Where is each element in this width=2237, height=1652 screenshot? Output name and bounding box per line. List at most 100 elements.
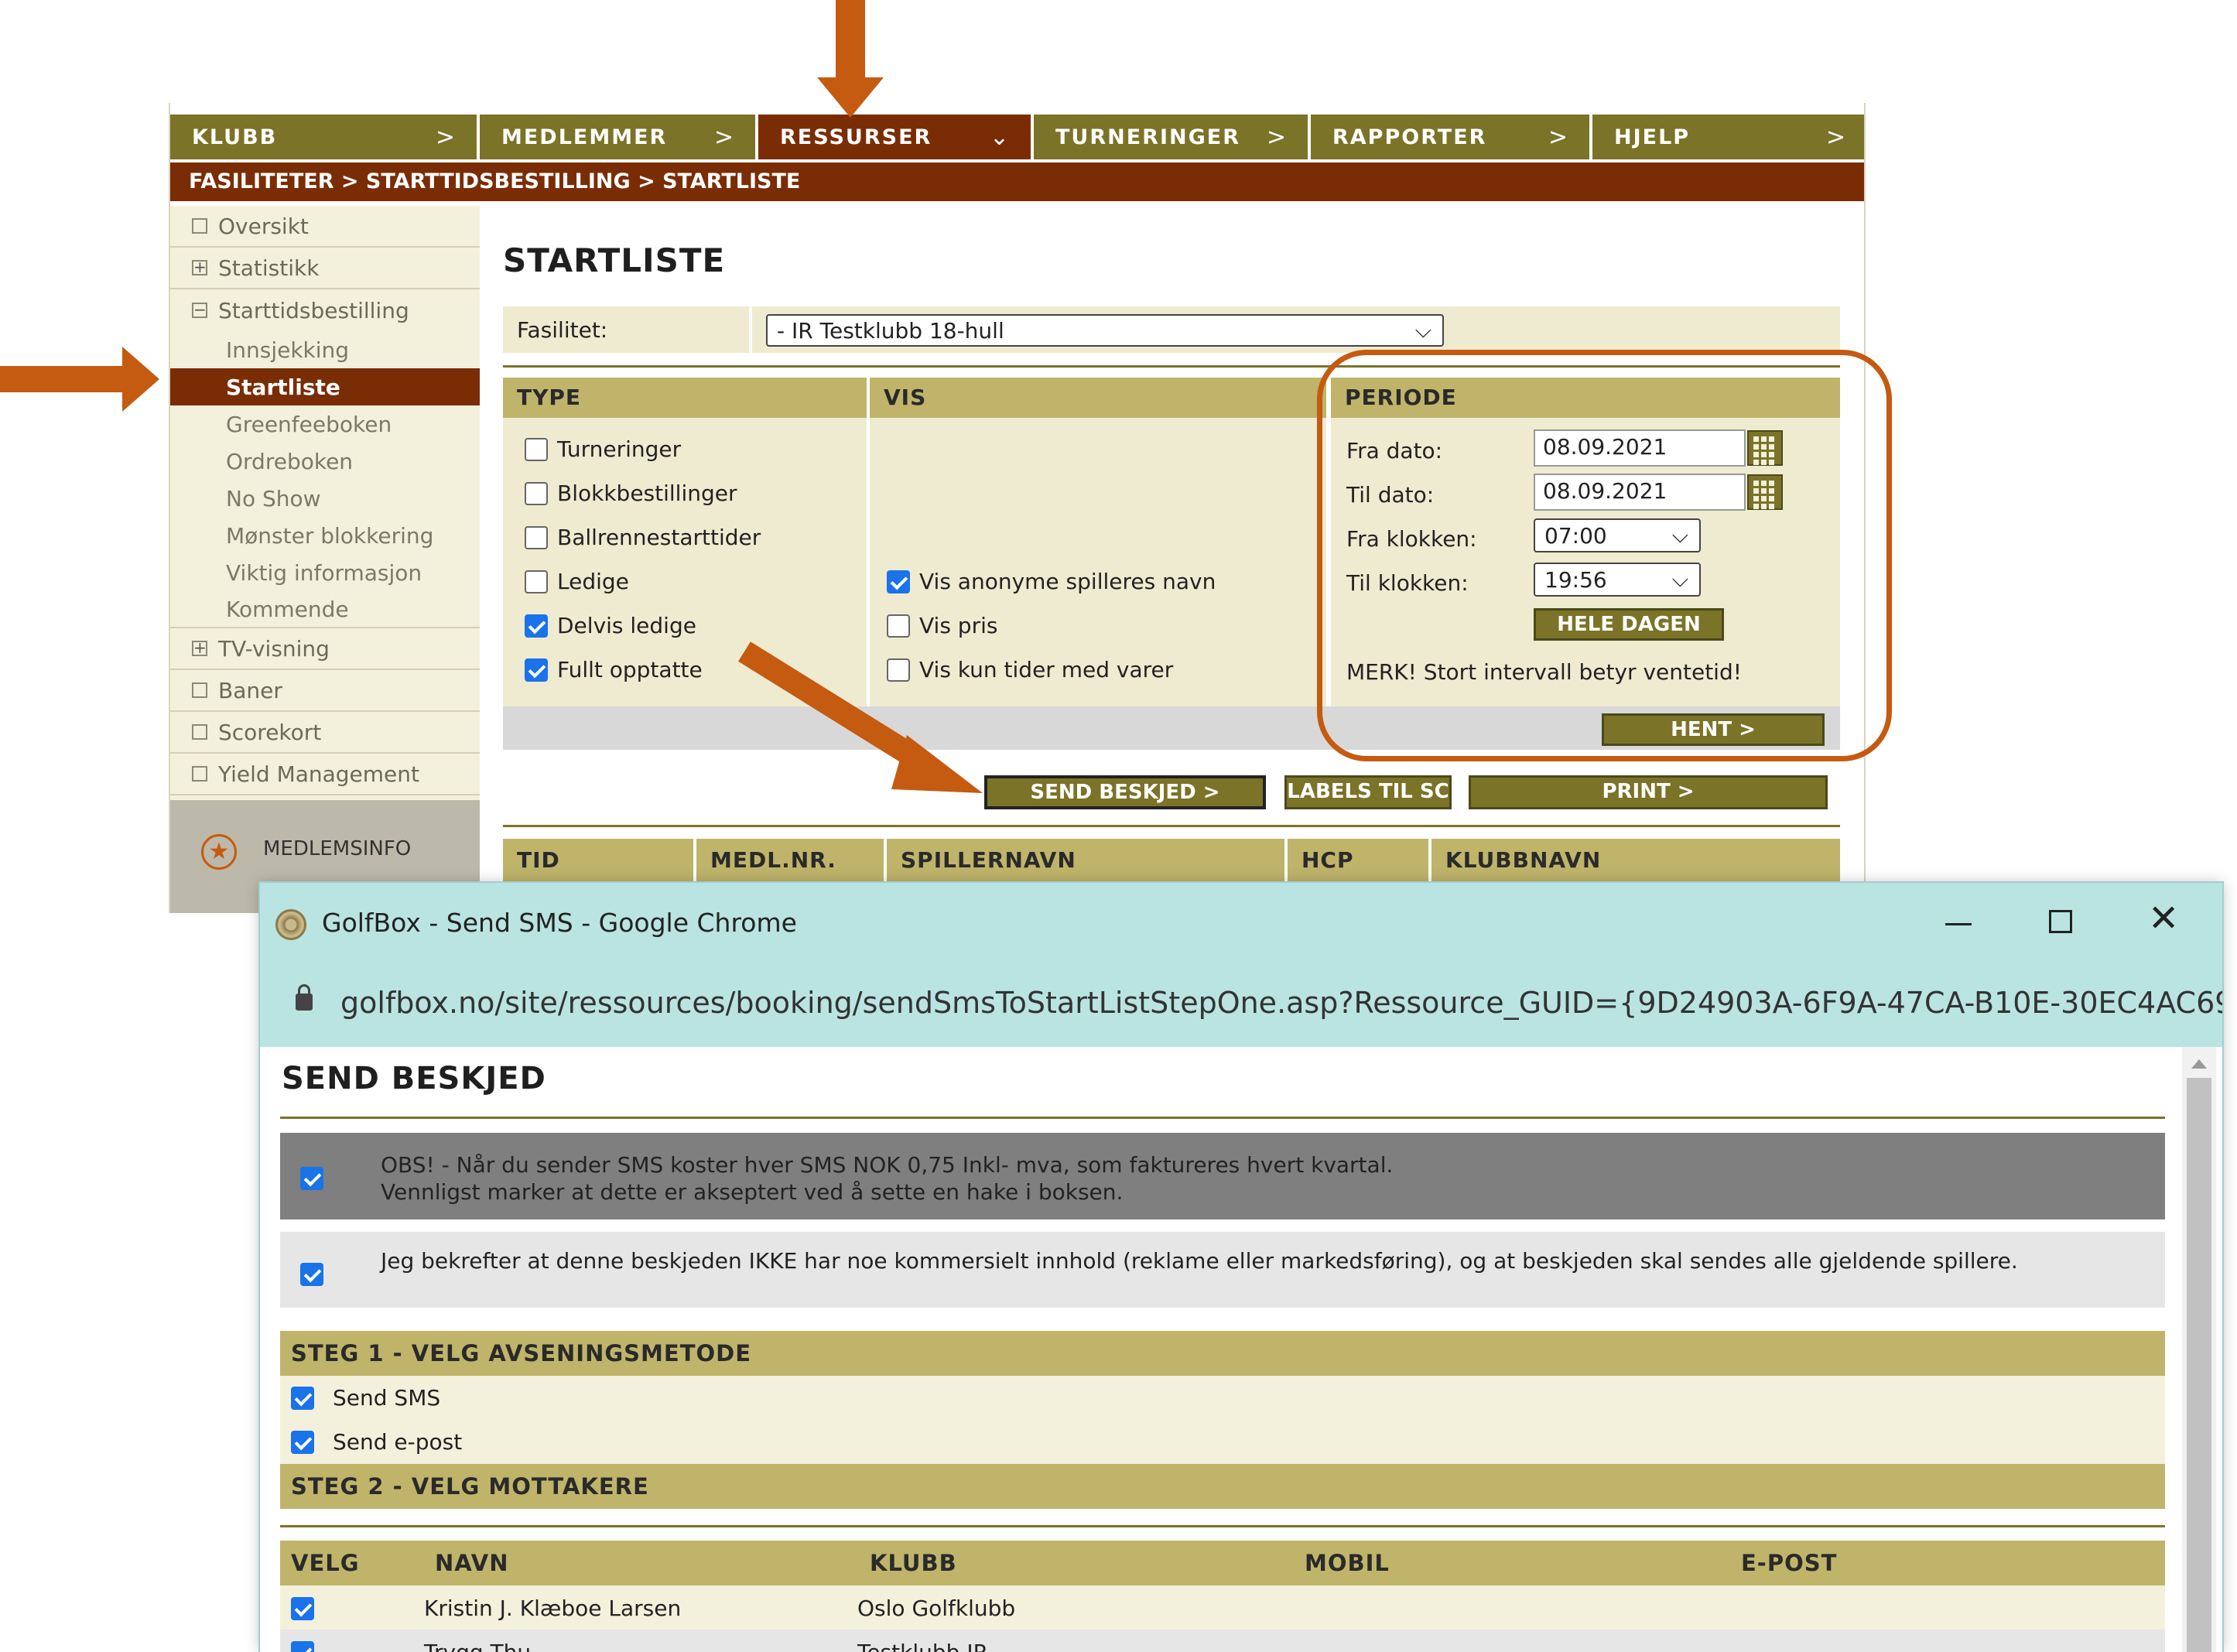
sidebar-item-statistikk[interactable]: + Statistikk [170,248,480,289]
sidebar-item-label: Baner [218,677,282,703]
chevron-right-icon: > [1266,123,1288,151]
send-epost-option[interactable]: Send e-post [291,1420,462,1464]
sidebar-item-yield-management[interactable]: Yield Management [170,754,480,795]
vertical-scrollbar[interactable] [2182,1047,2216,1652]
sidebar-item-starttidsbestilling[interactable]: − Starttidsbestilling [170,289,480,331]
sidebar-item-tv-visning[interactable]: + TV-visning [170,628,480,670]
type-option-fullt-opptatte[interactable]: Fullt opptatte [525,648,761,692]
send-beskjed-button[interactable]: SEND BESKJED > [984,775,1266,809]
column-header: KLUBB [870,1550,957,1576]
square-icon [192,218,207,234]
checkbox[interactable] [525,481,548,505]
type-option-blokkbestillinger[interactable]: Blokkbestillinger [525,471,761,515]
chevron-right-icon: > [1548,123,1569,151]
nav-label: RAPPORTER [1332,125,1487,149]
checkbox[interactable] [887,569,910,593]
table-row[interactable]: Trygg Thu Testklubb IR [280,1630,2165,1652]
sidebar-subitem-innsjekking[interactable]: Innsjekking [170,331,480,368]
checkbox[interactable] [291,1386,314,1410]
type-option-turneringer[interactable]: Turneringer [525,427,761,471]
address-bar[interactable]: golfbox.no/site/ressources/booking/sendS… [260,964,2222,1047]
popup-heading: SEND BESKJED [282,1061,546,1096]
checkbox[interactable] [525,658,548,682]
print-button[interactable]: PRINT > [1469,775,1828,809]
column-header: VELG [291,1550,360,1576]
fasilitet-select[interactable]: - IR Testklubb 18-hull ⌵ [766,314,1444,347]
close-icon[interactable]: ✕ [2148,900,2179,937]
checkbox[interactable] [525,614,548,638]
sidebar-subitem-monster-blokkering[interactable]: Mønster blokkering [170,517,480,554]
results-table-header: TID MEDL.NR. SPILLERNAVN HCP KLUBBNAVN [503,839,1840,882]
step2-header: STEG 2 - VELG MOTTAKERE [280,1464,2165,1509]
column-header: MEDL.NR. [696,839,887,882]
obs-box: OBS! - Når du sender SMS koster hver SMS… [280,1133,2165,1219]
sidebar-subitem-startliste[interactable]: Startliste [170,368,480,405]
nav-label: RESSURSER [780,125,932,149]
nav-ressurser[interactable]: RESSURSER ⌄ [758,115,1034,159]
expand-icon: + [192,638,207,657]
person-icon: ★ [201,834,237,870]
square-icon [192,682,207,698]
labels-button[interactable]: LABELS TIL SC [1284,775,1452,809]
checkbox[interactable] [291,1430,314,1454]
sidebar-item-scorekort[interactable]: Scorekort [170,712,480,754]
confirm-checkbox[interactable] [300,1263,323,1286]
scroll-up-icon[interactable] [2191,1059,2207,1069]
nav-rapporter[interactable]: RAPPORTER > [1311,115,1592,159]
recipient-club: Oslo Golfklubb [857,1596,1016,1621]
sidebar-subitem-no-show[interactable]: No Show [170,480,480,517]
divider [749,306,752,353]
checkbox[interactable] [887,614,910,638]
sidebar-subitem-greenfeeboken[interactable]: Greenfeeboken [170,405,480,443]
recipient-name: Trygg Thu [424,1640,531,1652]
checkbox[interactable] [525,437,548,461]
type-option-ballrennestarttider[interactable]: Ballrennestarttider [525,515,761,559]
option-label: Blokkbestillinger [557,481,737,506]
sidebar-subitem-kommende[interactable]: Kommende [170,591,480,628]
table-row[interactable]: Kristin J. Klæboe Larsen Oslo Golfklubb [280,1585,2165,1630]
send-sms-option[interactable]: Send SMS [291,1376,440,1420]
nav-turneringer[interactable]: TURNERINGER > [1034,115,1311,159]
sidebar-subitem-viktig-informasjon[interactable]: Viktig informasjon [170,554,480,591]
recipient-checkbox[interactable] [291,1641,314,1652]
recipient-checkbox[interactable] [291,1597,314,1620]
column-header: E-POST [1741,1550,1838,1576]
sidebar-item-oversikt[interactable]: Oversikt [170,206,480,248]
obs-accept-checkbox[interactable] [300,1167,323,1190]
page-title: STARTLISTE [503,241,726,279]
nav-label: KLUBB [192,125,278,149]
type-option-ledige[interactable]: Ledige [525,559,761,604]
annotation-arrowhead [122,347,159,412]
chevron-right-icon: > [1825,123,1847,151]
nav-hjelp[interactable]: HJELP > [1592,115,1864,159]
scrollbar-thumb[interactable] [2187,1078,2211,1652]
vis-option-anonyme[interactable]: Vis anonyme spilleres navn [887,559,1216,604]
recipients-table-header: VELG NAVN KLUBB MOBIL E-POST [280,1541,2165,1585]
sidebar-subitem-ordreboken[interactable]: Ordreboken [170,443,480,480]
sidebar-item-label: Starttidsbestilling [218,297,409,323]
recipient-name: Kristin J. Klæboe Larsen [424,1596,682,1621]
url-text[interactable]: golfbox.no/site/ressources/booking/sendS… [340,986,2222,1020]
option-label: Delvis ledige [557,613,696,638]
option-label: Vis anonyme spilleres navn [919,569,1216,594]
top-navigation: KLUBB > MEDLEMMER > RESSURSER ⌄ TURNERIN… [170,115,1864,159]
checkbox[interactable] [525,569,548,593]
expand-icon: + [192,258,207,276]
nav-medlemmer[interactable]: MEDLEMMER > [480,115,758,159]
sidebar-item-baner[interactable]: Baner [170,670,480,712]
annotation-arrowhead [817,77,884,118]
minimize-icon[interactable] [1945,923,1972,925]
annotation-arrow-right [0,366,124,392]
checkbox[interactable] [525,525,548,549]
maximize-icon[interactable] [2049,910,2072,933]
type-option-delvis-ledige[interactable]: Delvis ledige [525,604,761,648]
nav-klubb[interactable]: KLUBB > [170,115,480,159]
sidebar: Oversikt + Statistikk − Starttidsbestill… [170,206,480,913]
window-title: GolfBox - Send SMS - Google Chrome [322,908,797,938]
square-icon [192,766,207,782]
type-header: TYPE [503,378,867,418]
sidebar-item-label: TV-visning [218,635,330,662]
sidebar-item-label: Statistikk [218,255,320,281]
fasilitet-value: - IR Testklubb 18-hull [777,317,1004,344]
collapse-icon: − [192,300,207,319]
